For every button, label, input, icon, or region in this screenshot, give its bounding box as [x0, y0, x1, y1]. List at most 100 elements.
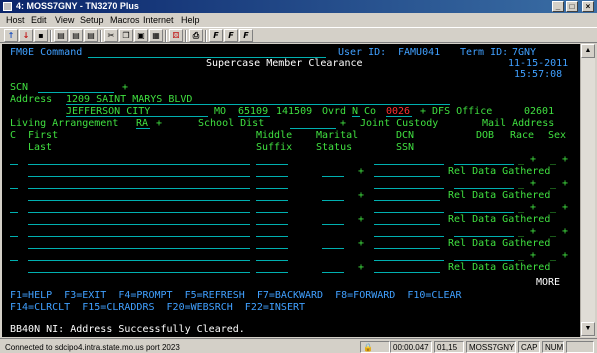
- member-suffix-input[interactable]: [256, 200, 288, 201]
- menu-host[interactable]: Host: [6, 14, 25, 26]
- member-middle-input[interactable]: [256, 164, 288, 165]
- menu-view[interactable]: View: [55, 14, 74, 26]
- member-c-input[interactable]: [10, 236, 18, 237]
- member-dob-input[interactable]: [454, 236, 514, 237]
- menu-macros[interactable]: Macros: [110, 14, 140, 26]
- num-indicator: NUM: [542, 341, 564, 353]
- pf-keys-line-2: F14=CLRCLT F15=CLRADDRS F20=WEBSRCH F22=…: [10, 302, 306, 313]
- member-middle-input[interactable]: [256, 188, 288, 189]
- member-first-input[interactable]: [28, 164, 250, 165]
- member-last-input[interactable]: [28, 248, 250, 249]
- scroll-down-icon[interactable]: ▼: [581, 322, 595, 336]
- member-suffix-input[interactable]: [256, 224, 288, 225]
- member-sex-field[interactable]: _ +: [550, 178, 568, 189]
- member-marital-input[interactable]: [322, 248, 344, 249]
- member-first-input[interactable]: [28, 188, 250, 189]
- member-dob-input[interactable]: [454, 164, 514, 165]
- member-race-field[interactable]: _ +: [518, 202, 536, 213]
- maximize-button[interactable]: □: [566, 1, 578, 12]
- school-district-input[interactable]: [290, 128, 336, 129]
- dice-icon[interactable]: ⚄: [169, 29, 183, 42]
- member-marital-input[interactable]: [322, 200, 344, 201]
- member-ssn-input[interactable]: [374, 224, 440, 225]
- member-sex-field[interactable]: _ +: [550, 202, 568, 213]
- screen3-icon[interactable]: ▤: [84, 29, 98, 42]
- screen2-icon[interactable]: ▤: [69, 29, 83, 42]
- member-dcn-input[interactable]: [374, 188, 444, 189]
- zip-ext-value[interactable]: 141509: [276, 106, 312, 117]
- user-id-value: FAMU041: [398, 47, 441, 58]
- member-race-field[interactable]: _ +: [518, 178, 536, 189]
- member-suffix-input[interactable]: [256, 248, 288, 249]
- member-first-input[interactable]: [28, 236, 250, 237]
- member-sex-field[interactable]: _ +: [550, 226, 568, 237]
- member-c-input[interactable]: [10, 212, 18, 213]
- member-ssn-input[interactable]: [374, 272, 440, 273]
- member-ssn-input[interactable]: [374, 248, 440, 249]
- scn-input[interactable]: [38, 92, 114, 93]
- member-race-field[interactable]: _ +: [518, 226, 536, 237]
- member-last-input[interactable]: [28, 272, 250, 273]
- member-last-input[interactable]: [28, 176, 250, 177]
- close-button[interactable]: ×: [582, 1, 594, 12]
- save-icon[interactable]: ▪: [34, 29, 48, 42]
- menu-help[interactable]: Help: [181, 14, 200, 26]
- member-ssn-input[interactable]: [374, 200, 440, 201]
- term-id-label: Term ID:: [460, 47, 509, 58]
- member-marital-input[interactable]: [322, 224, 344, 225]
- down-arrow-icon[interactable]: ↓: [19, 29, 33, 42]
- screen-icon[interactable]: ▤: [54, 29, 68, 42]
- member-dob-input[interactable]: [454, 260, 514, 261]
- cut-icon[interactable]: ✂: [104, 29, 118, 42]
- member-middle-input[interactable]: [256, 212, 288, 213]
- vertical-scrollbar[interactable]: ▲ ▼: [580, 44, 595, 337]
- cursor-position: 01,15: [434, 341, 464, 353]
- font-icon[interactable]: F: [209, 29, 223, 42]
- member-marital-input[interactable]: [322, 272, 344, 273]
- up-arrow-icon[interactable]: ↑: [4, 29, 18, 42]
- member-last-input[interactable]: [28, 224, 250, 225]
- font-smaller-icon[interactable]: F: [239, 29, 253, 42]
- menu-internet[interactable]: Internet: [143, 14, 174, 26]
- state-value[interactable]: MO: [214, 106, 226, 117]
- member-c-input[interactable]: [10, 188, 18, 189]
- select-icon[interactable]: ▦: [149, 29, 163, 42]
- member-ssn-input[interactable]: [374, 176, 440, 177]
- member-dcn-input[interactable]: [374, 260, 444, 261]
- member-suffix-input[interactable]: [256, 176, 288, 177]
- member-c-input[interactable]: [10, 260, 18, 261]
- member-race-field[interactable]: _ +: [518, 250, 536, 261]
- menu-edit[interactable]: Edit: [31, 14, 47, 26]
- member-dcn-input[interactable]: [374, 164, 444, 165]
- member-middle-input[interactable]: [256, 236, 288, 237]
- member-c-input[interactable]: [10, 164, 18, 165]
- header-first: First: [28, 130, 59, 141]
- member-suffix-input[interactable]: [256, 272, 288, 273]
- member-dob-input[interactable]: [454, 212, 514, 213]
- minimize-button[interactable]: _: [552, 1, 564, 12]
- member-dcn-input[interactable]: [374, 236, 444, 237]
- print-icon[interactable]: ⎙: [189, 29, 203, 42]
- scroll-up-icon[interactable]: ▲: [581, 44, 595, 58]
- member-dob-input[interactable]: [454, 188, 514, 189]
- member-dcn-input[interactable]: [374, 212, 444, 213]
- member-first-input[interactable]: [28, 212, 250, 213]
- member-first-input[interactable]: [28, 260, 250, 261]
- font-larger-icon[interactable]: F: [224, 29, 238, 42]
- scn-label: SCN: [10, 82, 29, 93]
- living-arrangement-prompt: +: [156, 118, 163, 129]
- member-marital-input[interactable]: [322, 176, 344, 177]
- member-race-field[interactable]: _ +: [518, 154, 536, 165]
- member-last-input[interactable]: [28, 200, 250, 201]
- member-sex-field[interactable]: _ +: [550, 154, 568, 165]
- paste-icon[interactable]: ▣: [134, 29, 148, 42]
- terminal-screen[interactable]: FM0E Command User ID: FAMU041 Term ID: 7…: [2, 44, 580, 337]
- member-sex-field[interactable]: _ +: [550, 250, 568, 261]
- copy-icon[interactable]: ❐: [119, 29, 133, 42]
- header-middle: Middle: [256, 130, 293, 141]
- living-arrangement-underline: [136, 128, 150, 129]
- menu-setup[interactable]: Setup: [80, 14, 104, 26]
- toolbar-separator: [100, 30, 102, 42]
- member-middle-input[interactable]: [256, 260, 288, 261]
- status-bar: Connected to sdcipo4.intra.state.mo.us p…: [0, 338, 597, 353]
